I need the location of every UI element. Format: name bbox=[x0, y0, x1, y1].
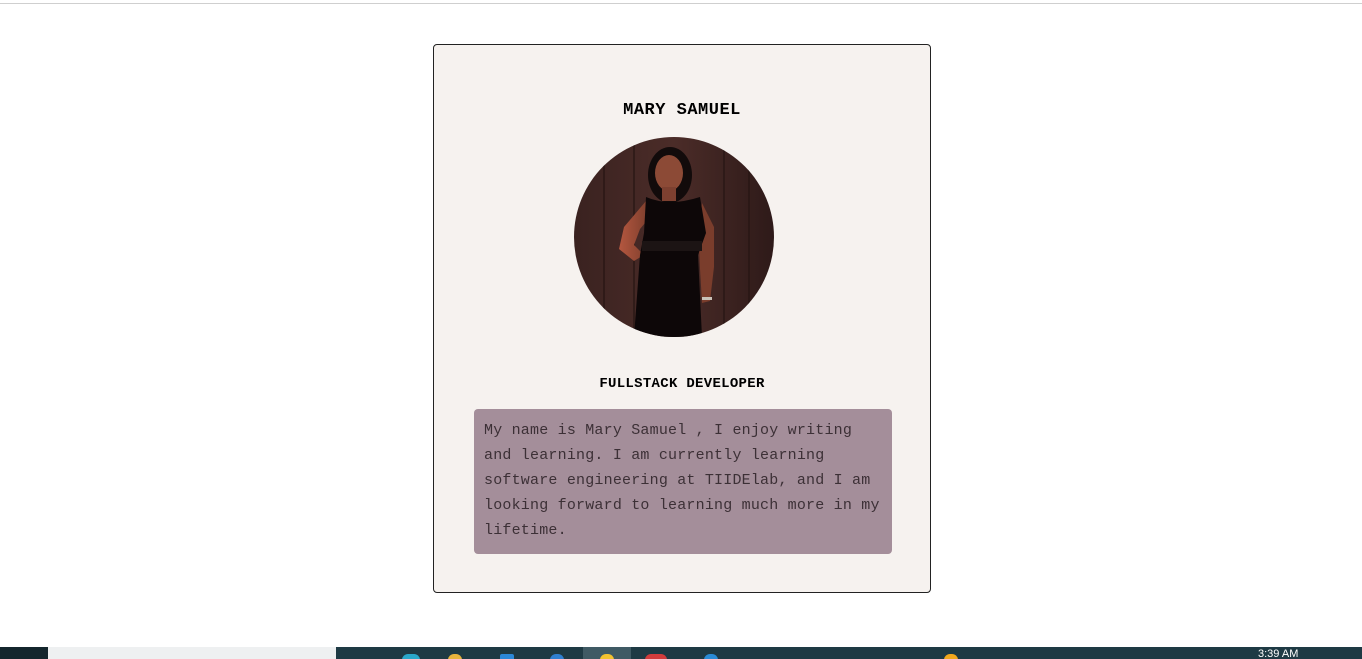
taskbar-clock[interactable]: 3:39 AM bbox=[1258, 648, 1298, 659]
profile-card: MARY SAMUEL FULLSTACK DEVELOPER My name … bbox=[433, 44, 931, 593]
taskbar: 3:39 AM bbox=[0, 647, 1362, 659]
app-icon[interactable] bbox=[944, 654, 958, 659]
portrait-image bbox=[574, 137, 774, 337]
vscode-icon[interactable] bbox=[704, 654, 718, 659]
profile-role: FULLSTACK DEVELOPER bbox=[599, 376, 765, 392]
profile-name: MARY SAMUEL bbox=[623, 101, 741, 120]
chrome-icon[interactable] bbox=[645, 654, 667, 659]
taskbar-search-box[interactable] bbox=[48, 647, 336, 659]
dropbox-icon[interactable] bbox=[550, 654, 564, 659]
profile-bio: My name is Mary Samuel , I enjoy writing… bbox=[474, 409, 892, 554]
edge-icon[interactable] bbox=[402, 654, 420, 659]
start-button[interactable] bbox=[0, 647, 48, 659]
sticky-notes-icon[interactable] bbox=[600, 654, 614, 659]
profile-photo bbox=[574, 137, 774, 337]
store-icon[interactable] bbox=[500, 654, 514, 659]
file-explorer-icon[interactable] bbox=[448, 654, 462, 659]
browser-top-border bbox=[0, 3, 1362, 4]
